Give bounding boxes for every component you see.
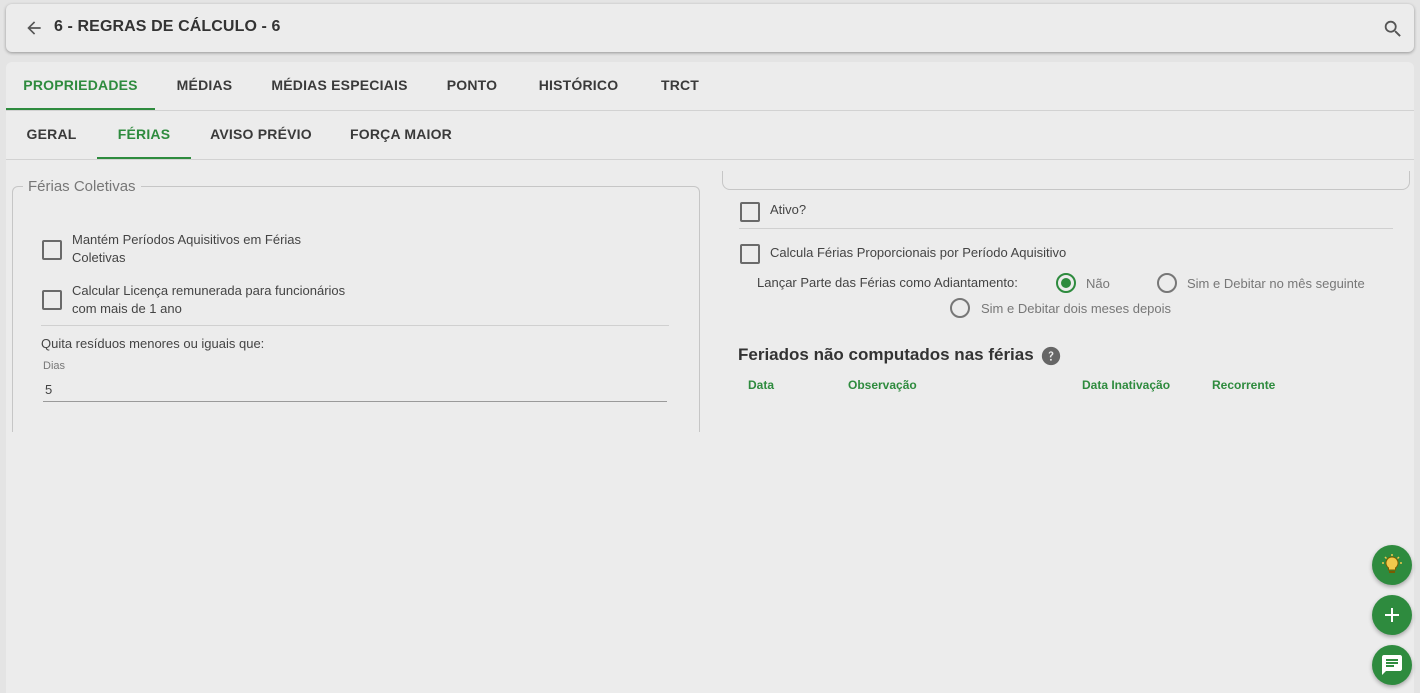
radio-sim-mes-seguinte[interactable]: [1157, 273, 1177, 293]
dias-caption: Dias: [43, 360, 66, 372]
tips-button[interactable]: [1372, 545, 1412, 585]
ativo-checkbox[interactable]: [740, 202, 760, 222]
plus-icon: [1385, 608, 1399, 622]
mantem-periodos-label: Mantém Períodos Aquisitivos em Férias Co…: [72, 231, 301, 267]
chat-button[interactable]: [1372, 645, 1412, 685]
chat-icon: [1382, 655, 1402, 675]
right-section-border: [722, 171, 1410, 190]
adiantamento-label: Lançar Parte das Férias como Adiantament…: [757, 275, 1018, 290]
licenca-remunerada-label-line1: Calcular Licença remunerada para funcion…: [72, 283, 346, 298]
feriados-title: Feriados não computados nas férias: [738, 345, 1034, 364]
search-icon[interactable]: [1382, 18, 1404, 40]
main-tabs: PROPRIEDADES MÉDIAS MÉDIAS ESPECIAIS PON…: [6, 62, 1414, 111]
ferias-coletivas-fieldset: Férias Coletivas Mantém Períodos Aquisit…: [12, 178, 700, 432]
column-header-data-inativacao[interactable]: Data Inativação: [1082, 378, 1170, 392]
app-bar: 6 - REGRAS DE CÁLCULO - 6: [6, 4, 1414, 52]
tab-historico[interactable]: HISTÓRICO: [519, 62, 638, 110]
column-header-recorrente[interactable]: Recorrente: [1212, 378, 1275, 392]
add-button[interactable]: [1372, 595, 1412, 635]
page-title: 6 - REGRAS DE CÁLCULO - 6: [54, 18, 281, 35]
tab-medias-especiais[interactable]: MÉDIAS ESPECIAIS: [254, 62, 425, 110]
quita-residuos-label: Quita resíduos menores ou iguais que:: [41, 336, 265, 351]
tab-ponto[interactable]: PONTO: [425, 62, 519, 110]
mantem-periodos-checkbox[interactable]: [42, 240, 62, 260]
radio-nao-label: Não: [1086, 276, 1110, 291]
column-header-observacao[interactable]: Observação: [848, 378, 917, 392]
help-icon[interactable]: [1041, 346, 1061, 366]
tab-trct[interactable]: TRCT: [638, 62, 722, 110]
tab-propriedades[interactable]: PROPRIEDADES: [6, 62, 155, 110]
sub-tabs: GERAL FÉRIAS AVISO PRÉVIO FORÇA MAIOR: [6, 111, 1414, 160]
subtab-aviso-previo[interactable]: AVISO PRÉVIO: [191, 111, 331, 159]
radio-nao[interactable]: [1056, 273, 1076, 293]
licenca-remunerada-checkbox[interactable]: [42, 290, 62, 310]
radio-sim-mes-seguinte-label: Sim e Debitar no mês seguinte: [1187, 276, 1365, 291]
main-card: PROPRIEDADES MÉDIAS MÉDIAS ESPECIAIS PON…: [6, 62, 1414, 693]
proporcionais-label: Calcula Férias Proporcionais por Período…: [770, 245, 1067, 260]
divider: [739, 228, 1393, 229]
ativo-label: Ativo?: [770, 202, 807, 217]
arrow-back-icon[interactable]: [24, 18, 44, 38]
tab-medias[interactable]: MÉDIAS: [155, 62, 254, 110]
column-header-data[interactable]: Data: [748, 378, 774, 392]
radio-sim-dois-meses-label: Sim e Debitar dois meses depois: [981, 301, 1172, 316]
licenca-remunerada-label: Calcular Licença remunerada para funcion…: [72, 282, 345, 318]
subtab-forca-maior[interactable]: FORÇA MAIOR: [331, 111, 471, 159]
divider: [41, 325, 669, 326]
dias-input[interactable]: [43, 377, 667, 402]
radio-sim-dois-meses[interactable]: [950, 298, 970, 318]
proporcionais-checkbox[interactable]: [740, 244, 760, 264]
licenca-remunerada-label-line2: com mais de 1 ano: [72, 301, 182, 316]
fieldset-legend: Férias Coletivas: [23, 178, 141, 195]
subtab-ferias[interactable]: FÉRIAS: [97, 111, 191, 159]
lightbulb-icon: [1382, 554, 1402, 573]
subtab-geral[interactable]: GERAL: [6, 111, 97, 159]
mantem-periodos-label-line1: Mantém Períodos Aquisitivos em Férias: [72, 232, 302, 247]
mantem-periodos-label-line2: Coletivas: [72, 250, 126, 265]
